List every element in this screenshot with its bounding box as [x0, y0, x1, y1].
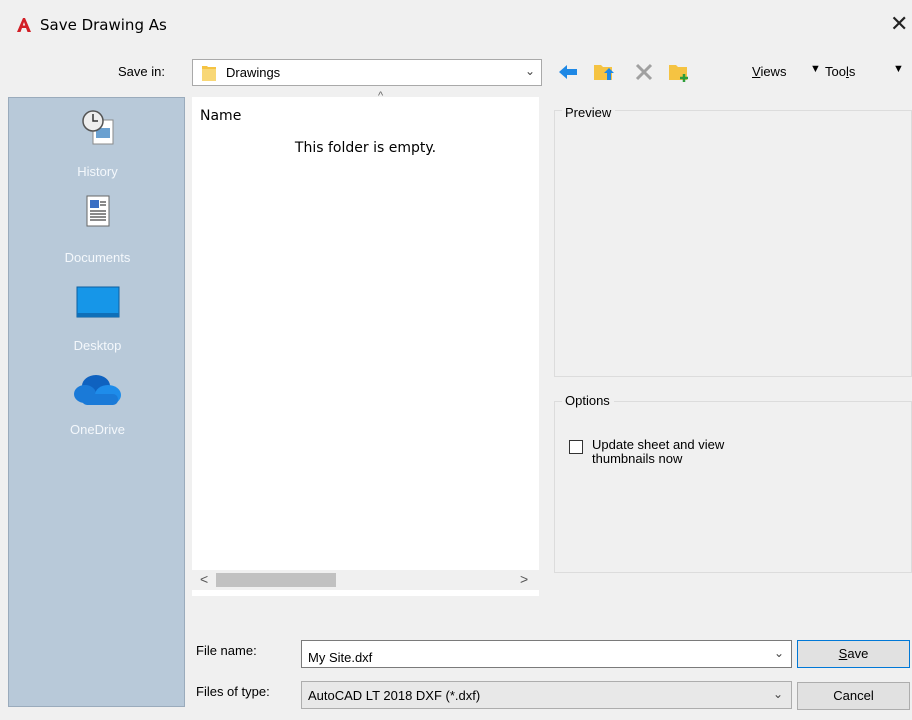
file-type-value: AutoCAD LT 2018 DXF (*.dxf)	[308, 688, 481, 703]
sort-indicator-icon: ^	[378, 90, 384, 102]
save-in-dropdown[interactable]: Drawings ⌄	[192, 59, 542, 86]
preview-panel	[554, 110, 912, 377]
close-button[interactable]: ✕	[890, 12, 912, 38]
places-item-documents[interactable]: Documents	[9, 194, 186, 265]
save-in-value: Drawings	[226, 65, 281, 80]
horizontal-scrollbar[interactable]: < >	[192, 570, 539, 590]
file-name-input[interactable]	[301, 640, 792, 668]
file-name-label: File name:	[196, 643, 257, 658]
places-item-desktop[interactable]: Desktop	[9, 286, 186, 353]
new-folder-icon[interactable]	[667, 60, 691, 84]
places-label-onedrive: OneDrive	[70, 422, 125, 437]
up-folder-icon[interactable]	[592, 60, 616, 84]
onedrive-icon	[73, 375, 121, 405]
file-type-label: Files of type:	[196, 684, 270, 699]
documents-icon	[86, 195, 109, 227]
update-thumbnails-checkbox[interactable]	[569, 440, 583, 454]
places-label-desktop: Desktop	[73, 338, 122, 353]
cancel-button[interactable]: Cancel	[797, 682, 910, 710]
file-name-dropdown-icon[interactable]: ⌄	[774, 646, 784, 660]
file-list[interactable]	[192, 97, 539, 596]
save-in-label: Save in:	[118, 64, 165, 79]
scroll-left-icon[interactable]: <	[200, 571, 208, 587]
column-header-name[interactable]: Name	[200, 108, 241, 124]
chevron-down-icon: ⌄	[524, 64, 535, 78]
empty-folder-message: This folder is empty.	[294, 140, 437, 156]
delete-icon[interactable]	[632, 60, 656, 84]
options-panel	[554, 401, 912, 573]
autocad-logo-icon	[17, 18, 31, 32]
update-thumbnails-label[interactable]: Update sheet and view thumbnails now	[592, 438, 772, 466]
preview-label: Preview	[562, 105, 616, 120]
history-icon	[81, 110, 113, 145]
chevron-down-icon: ⌄	[772, 687, 783, 701]
places-item-onedrive[interactable]: OneDrive	[9, 372, 186, 437]
views-menu-button[interactable]: Views	[752, 64, 786, 79]
scrollbar-thumb[interactable]	[216, 573, 336, 587]
views-dropdown-arrow-icon[interactable]: ▼	[810, 63, 821, 75]
scroll-right-icon[interactable]: >	[520, 571, 528, 587]
tools-dropdown-arrow-icon[interactable]: ▼	[893, 63, 904, 75]
places-bar: History Documents Desktop OneDrive	[8, 97, 185, 707]
file-type-dropdown[interactable]: AutoCAD LT 2018 DXF (*.dxf) ⌄	[301, 681, 792, 709]
back-arrow-icon[interactable]	[556, 60, 580, 84]
window-title: Save Drawing As	[40, 16, 167, 34]
places-label-documents: Documents	[64, 250, 131, 265]
places-item-history[interactable]: History	[9, 108, 186, 179]
tools-menu-button[interactable]: Tools	[825, 64, 855, 79]
save-button[interactable]: Save	[797, 640, 910, 668]
folder-icon	[202, 66, 216, 81]
options-label: Options	[562, 393, 614, 408]
desktop-icon	[76, 286, 119, 318]
places-label-history: History	[77, 164, 118, 179]
